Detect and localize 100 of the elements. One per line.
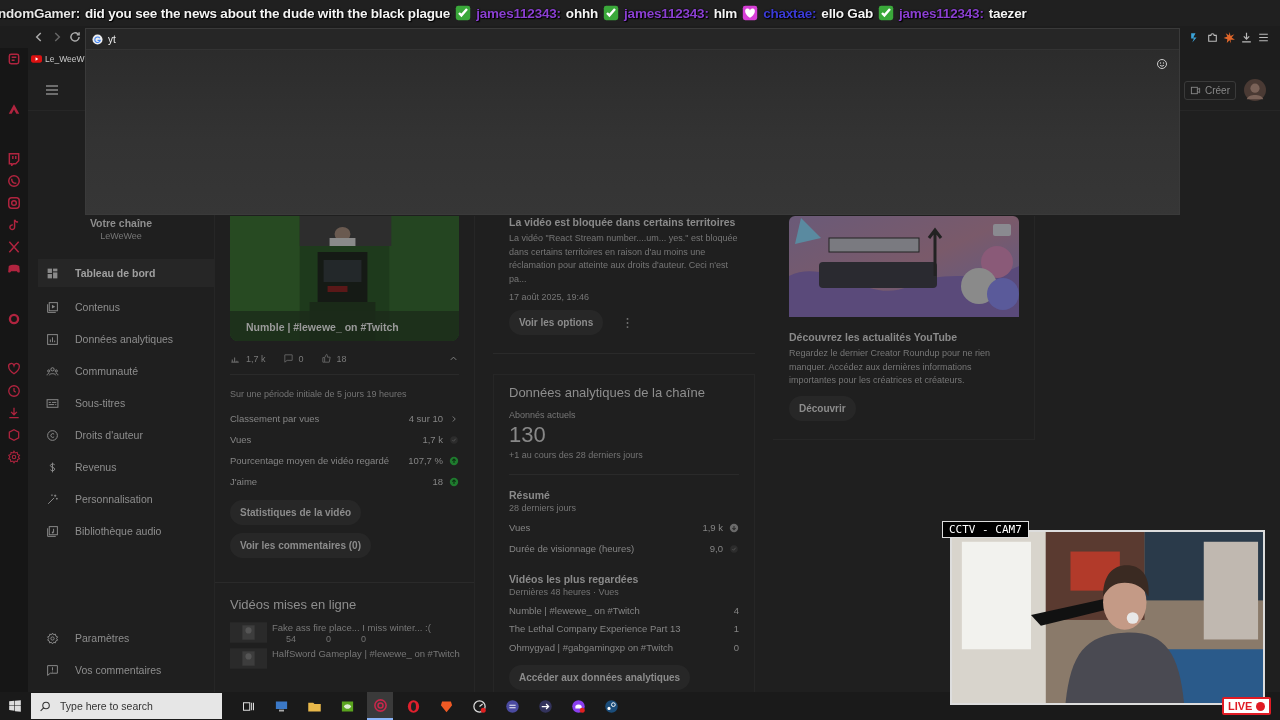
chat-bubble-icon[interactable] (7, 152, 21, 166)
dot-icon (1256, 701, 1266, 711)
settings-icon (46, 631, 59, 645)
x-icon[interactable] (7, 240, 21, 254)
top-videos-title: Vidéos les plus regardées (509, 573, 640, 585)
notice-text: La vidéo "React Stream number....um... yes." est bloquée dans certains territoires en raison d'au moins une réclamation pour atteinte aux droits d'auteur. Ceci n'est pa... (509, 232, 739, 286)
thumbs-up-icon (320, 353, 332, 364)
sidebar-item[interactable]: Personnalisation (28, 483, 210, 515)
bookmark-square-icon[interactable] (7, 52, 21, 66)
metric-label: Durée de visionnage (heures) (509, 543, 636, 554)
search-field[interactable]: Type here to search (31, 693, 222, 719)
smiley-icon[interactable] (1156, 58, 1168, 70)
magic-wand-icon (46, 492, 59, 506)
comment-count: 0 (298, 353, 304, 364)
stat-label: Pourcentage moyen de vidéo regardé (230, 455, 390, 466)
search-engine-icon (92, 33, 103, 45)
video-title[interactable]: Ohmygyad | #gabgamingxp on #Twitch (509, 641, 728, 653)
channel-label: Votre chaîne (88, 217, 154, 229)
subscribers-label: Abonnés actuels (509, 410, 577, 420)
chat-username: james112343: (899, 5, 984, 21)
address-field[interactable]: yt (86, 29, 1179, 50)
chat-message: taezer (988, 5, 1027, 21)
video-title[interactable]: HalfSword Gameplay | #lewewe_ on #Twitch (272, 648, 460, 659)
video-title[interactable]: Fake ass fire place... I miss winter... :( (272, 622, 431, 633)
comment-icon (282, 353, 294, 364)
more-icon[interactable] (625, 315, 631, 330)
sidebar-item[interactable]: Droits d'auteur (28, 419, 210, 451)
reload-icon[interactable] (68, 30, 82, 44)
down-arrow-icon (729, 522, 739, 533)
video-camera-icon (1190, 84, 1201, 96)
play-stack-icon (46, 300, 59, 314)
sidebar-item[interactable]: Contenus (28, 291, 210, 323)
download-icon[interactable] (1240, 30, 1253, 44)
chat-username: chaxtae: (763, 5, 817, 21)
camera-icon[interactable] (7, 196, 21, 210)
stat-label: J'aime (230, 476, 259, 487)
sidebar-item[interactable]: Bibliothèque audio (28, 515, 210, 547)
starburst-icon[interactable] (1223, 30, 1236, 44)
analytics-button[interactable]: Accéder aux données analytiques (509, 664, 691, 690)
create-button[interactable]: Créer (1184, 80, 1236, 100)
copyright-icon (46, 428, 59, 442)
section-title: Vidéos mises en ligne (230, 597, 358, 612)
phone-bubble-icon[interactable] (7, 174, 21, 188)
check-badge-icon (455, 5, 472, 21)
metric-value: 1,9 k (702, 522, 723, 533)
stat-label: Classement par vues (230, 413, 321, 424)
people-icon (46, 364, 59, 378)
summary-title: Résumé (509, 489, 551, 501)
sidebar-item[interactable]: Données analytiques (28, 323, 210, 355)
live-badge: LIVE (1222, 697, 1272, 715)
stat-value: 107,7 % (408, 455, 443, 466)
gear-icon[interactable] (7, 450, 21, 464)
stat-value: 18 (432, 476, 443, 487)
sidebar-item[interactable]: Revenus (28, 451, 210, 483)
view-count: 54 (286, 634, 296, 644)
start-icon[interactable] (8, 699, 22, 713)
metric-value: 9,0 (709, 543, 723, 554)
like-count: 0 (361, 634, 367, 644)
sidebar-item[interactable]: Tableau de bord (38, 259, 214, 287)
subtitles-icon (46, 396, 59, 410)
sidebar-item[interactable]: Communauté (28, 355, 210, 387)
stat-value: 1,7 k (422, 434, 443, 445)
view-count: 1,7 k (246, 353, 266, 364)
chat-username: james112343: (476, 5, 561, 21)
search-icon (39, 699, 52, 713)
heart-badge-icon (742, 5, 759, 21)
ring-icon[interactable] (7, 312, 21, 326)
video-title[interactable]: Numble | #lewewe_ on #Twitch (509, 604, 728, 616)
pill-button[interactable]: Statistiques de la vidéo (230, 500, 362, 525)
check-circle-icon (729, 543, 739, 554)
metric-label: Vues (509, 522, 532, 533)
music-note-icon[interactable] (7, 218, 21, 232)
sidebar-item[interactable]: Vos commentaires (28, 654, 210, 686)
pill-button[interactable]: Voir les commentaires (0) (230, 533, 371, 558)
chat-message: ohhh (565, 5, 599, 21)
sidebar-item[interactable]: Paramètres (28, 622, 210, 654)
puzzle-icon[interactable] (1206, 30, 1219, 44)
play-logo-icon (31, 55, 42, 63)
up-arrow-icon (449, 476, 459, 487)
feedback-icon (46, 663, 59, 677)
clock-icon[interactable] (7, 384, 21, 398)
cube-icon[interactable] (7, 428, 21, 442)
options-button[interactable]: Voir les options (509, 310, 604, 335)
comment-count: 0 (326, 634, 332, 644)
video-title[interactable]: The Lethal Company Experience Part 13 (509, 623, 728, 635)
check-badge-icon (603, 5, 620, 21)
heart-icon[interactable] (7, 362, 21, 376)
check-circle-icon (449, 434, 459, 445)
dashboard-icon (46, 266, 59, 280)
ring-icon[interactable] (367, 692, 393, 720)
summary-period: 28 derniers jours (509, 503, 578, 513)
news-text: Regardez le dernier Creator Roundup pour ne rien manquer. Accédez aux dernières informations importantes pour les créatrices et créateurs. (789, 347, 992, 387)
period-text: Sur une période initiale de 5 jours 19 heures (230, 389, 408, 399)
bookmark-item[interactable]: Le_WeeW (31, 54, 85, 64)
chat-username: james112343: (624, 5, 709, 21)
avatar-icon[interactable] (1244, 79, 1266, 101)
triangle-logo-icon[interactable] (7, 102, 21, 116)
discover-button[interactable]: Découvrir (789, 395, 856, 421)
music-stack-icon (46, 524, 59, 538)
sidebar-item[interactable]: Sous-titres (28, 387, 210, 419)
